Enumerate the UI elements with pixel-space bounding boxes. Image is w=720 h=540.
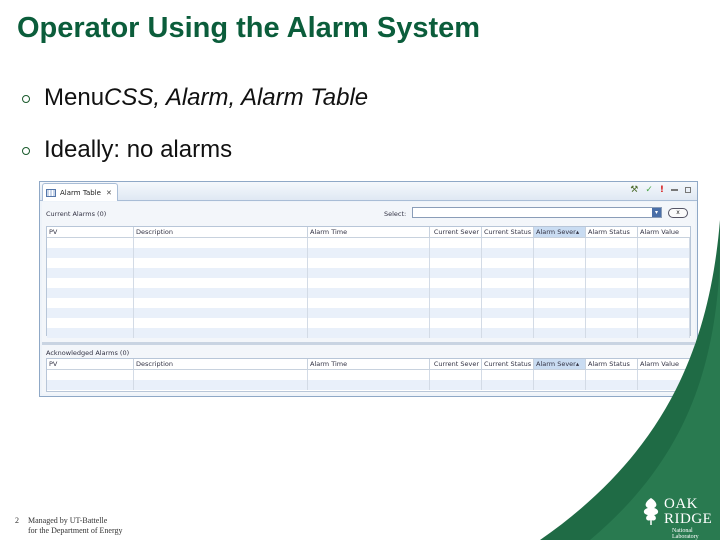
clear-filter-button[interactable]: x [668,208,688,218]
bullet-ideally: Ideally: no alarms [22,136,232,164]
bullet-menu-path: Menu CSS, Alarm, Alarm Table [22,84,368,112]
table-cell [430,298,482,308]
table-cell [308,288,430,298]
table-cell [430,238,482,248]
chevron-down-icon[interactable]: ▾ [652,208,661,217]
table-cell [47,328,134,338]
table-cell [308,308,430,318]
table-cell [430,248,482,258]
table-cell [47,318,134,328]
acknowledge-icon[interactable]: ⚒ [630,185,638,195]
bullet-text-normal: Menu [44,84,105,111]
minimize-icon[interactable] [671,189,678,191]
table-cell [47,248,134,258]
current-alarms-label: Current Alarms (0) [46,210,107,218]
bullet-text: Ideally: no alarms [44,136,233,163]
slide-title: Operator Using the Alarm System [17,12,481,44]
table-cell [134,248,308,258]
table-cell [430,318,482,328]
table-cell [134,268,308,278]
column-header-alarm-time[interactable]: Alarm Time [308,227,430,237]
column-header-current-severity[interactable]: Current Sever [430,227,482,237]
table-cell [134,298,308,308]
table-cell [134,288,308,298]
table-cell [134,328,308,338]
table-cell [308,370,430,380]
table-cell [47,288,134,298]
table-cell [47,268,134,278]
column-header-description[interactable]: Description [134,359,308,369]
table-cell [47,380,134,390]
table-cell [134,380,308,390]
acknowledged-alarms-label: Acknowledged Alarms (0) [46,349,130,357]
table-cell [47,308,134,318]
table-cell [430,370,482,380]
logo-text-subtitle: National Laboratory [672,528,699,540]
table-cell [430,380,482,390]
table-cell [308,258,430,268]
table-cell [47,298,134,308]
table-cell [47,238,134,248]
bullet-dot-icon [22,95,30,103]
logo-text-ridge: RIDGE [664,511,713,527]
footer-managed-by: Managed by UT-Battelle [28,516,108,525]
select-filter-input[interactable]: ▾ [412,207,662,218]
close-icon[interactable]: ✕ [106,189,112,197]
table-cell [47,370,134,380]
table-cell [308,328,430,338]
check-icon[interactable]: ✓ [645,185,653,195]
table-cell [430,328,482,338]
footer-department: for the Department of Energy [28,526,123,535]
column-header-pv[interactable]: PV [47,359,134,369]
table-cell [47,278,134,288]
table-cell [308,278,430,288]
table-cell [134,308,308,318]
table-cell [430,258,482,268]
maximize-icon[interactable] [685,187,691,193]
column-header-description[interactable]: Description [134,227,308,237]
table-cell [134,318,308,328]
column-header-current-severity[interactable]: Current Sever [430,359,482,369]
tab-label: Alarm Table [60,188,101,197]
table-cell [308,238,430,248]
table-cell [430,278,482,288]
table-icon [46,188,56,197]
decorative-swoosh [540,220,720,540]
table-cell [308,380,430,390]
table-cell [430,308,482,318]
view-toolbar: ⚒ ✓ ! [630,185,691,195]
column-header-alarm-time[interactable]: Alarm Time [308,359,430,369]
page-number: 2 [15,516,19,525]
column-header-pv[interactable]: PV [47,227,134,237]
tab-alarm-table[interactable]: Alarm Table ✕ [42,183,118,201]
table-cell [134,370,308,380]
oak-leaf-logo-icon [643,498,659,525]
bullet-dot-icon [22,147,30,155]
table-cell [308,318,430,328]
table-cell [134,238,308,248]
table-cell [308,268,430,278]
select-label: Select: [384,210,407,218]
table-cell [134,258,308,268]
table-cell [430,288,482,298]
table-cell [47,258,134,268]
exclamation-icon[interactable]: ! [660,185,664,195]
table-cell [430,268,482,278]
table-cell [308,298,430,308]
table-cell [134,278,308,288]
table-cell [308,248,430,258]
view-tab-bar: Alarm Table ✕ ⚒ ✓ ! [40,182,697,201]
bullet-text-menu-path: CSS, Alarm, Alarm Table [104,84,369,111]
